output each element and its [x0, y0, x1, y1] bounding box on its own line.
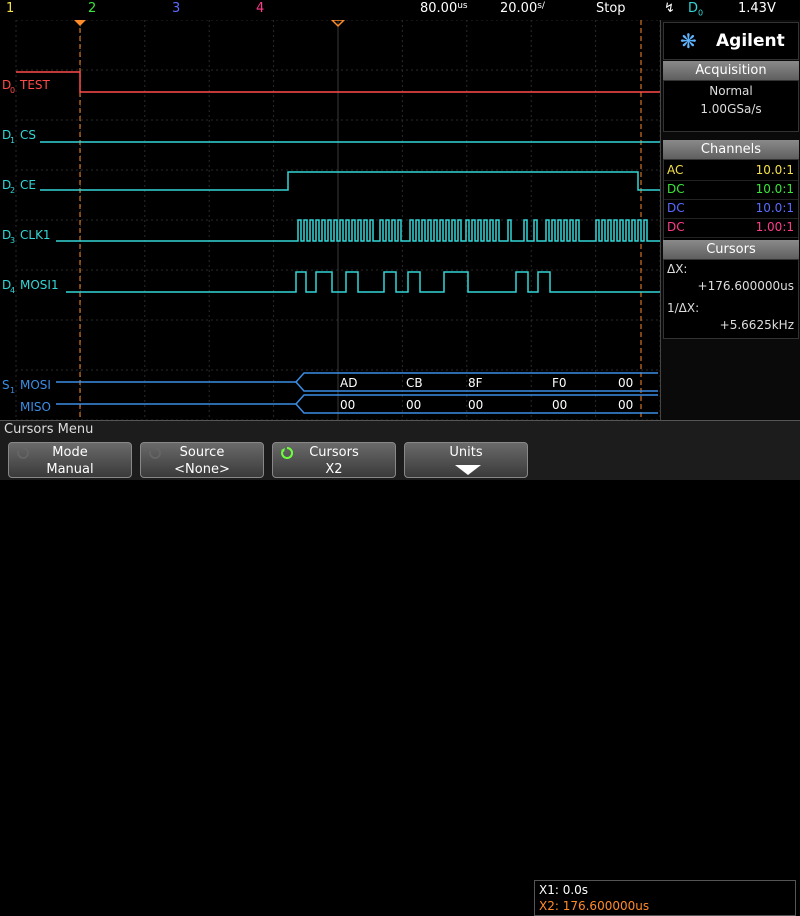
serial-decode: S 1 MOSI MISO AD CB 8F F0 00 00 00 00 00 00	[2, 372, 658, 414]
delay-readout[interactable]: 20.00s/	[500, 1, 545, 16]
softkey-bar: Mode Manual Source <None> Cursors X2 Uni…	[0, 438, 800, 916]
serial-bus-index: 1	[10, 386, 15, 395]
channel-probe-ratio: 1.00:1	[755, 220, 794, 234]
cursors-header[interactable]: Cursors	[663, 240, 799, 259]
cursors-softkey[interactable]: Cursors X2	[272, 442, 396, 478]
trigger-source[interactable]: D0	[688, 1, 703, 18]
channel-probe-ratio: 10.0:1	[755, 182, 794, 196]
channel-row[interactable]: DC 1.00:1	[664, 218, 798, 238]
trace-labels: D0 TESTD1 CSD2 CED3 CLK1D4 MOSI1	[2, 78, 59, 295]
miso-byte-label: 00	[468, 398, 483, 412]
channel-coupling: AC	[667, 163, 684, 177]
miso-byte-label: 00	[618, 398, 633, 412]
down-arrow-icon	[455, 465, 481, 475]
mosi-byte-label: CB	[406, 376, 423, 390]
delta-x-value: +176.600000us	[697, 279, 794, 293]
trigger-edge-icon: ↯	[664, 1, 675, 16]
serial-bus-id: S	[2, 378, 10, 392]
channel-4-indicator[interactable]: 4	[256, 1, 264, 16]
units-softkey-label: Units	[449, 445, 483, 460]
cursor-readout: X1: 0.0s X2: 176.600000us	[534, 880, 796, 916]
inverse-delta-x-value: +5.6625kHz	[719, 318, 794, 332]
acquisition-rate: 1.00GSa/s	[700, 102, 762, 116]
channel-coupling: DC	[667, 220, 685, 234]
inverse-delta-x-label: 1/ΔX:	[667, 301, 700, 315]
channel-coupling: DC	[667, 201, 685, 215]
channel-name-label: CS	[20, 128, 36, 142]
waveform-svg: D0 TESTD1 CSD2 CED3 CLK1D4 MOSI1 S 1 MOSIMISOAD…	[2, 19, 661, 421]
clk1-trace	[56, 219, 660, 242]
agilent-logo-icon: ❋	[680, 29, 697, 53]
timebase-value: 80.00	[420, 1, 458, 16]
miso-decode-label: MISO	[20, 400, 51, 414]
trigger-level[interactable]: 1.43V	[738, 1, 776, 16]
channel-id-index: 1	[10, 136, 15, 145]
channel-name-label: MOSI1	[20, 278, 59, 292]
trigger-source-letter: D	[688, 1, 699, 16]
cursors-softkey-value: X2	[325, 462, 343, 477]
mosi-byte-label: AD	[340, 376, 357, 390]
menu-title: Cursors Menu	[0, 420, 800, 438]
status-bar: 1 2 3 4 80.00us 20.00s/ Stop ↯ D0 1.43V	[0, 0, 800, 20]
miso-byte-label: 00	[340, 398, 355, 412]
timebase-readout[interactable]: 80.00us	[420, 1, 468, 16]
channel-row[interactable]: DC 10.0:1	[664, 199, 798, 219]
channel-1-indicator[interactable]: 1	[6, 1, 14, 16]
channel-coupling: DC	[667, 182, 685, 196]
channel-id-index: 4	[10, 286, 15, 295]
mosi-byte-label: 00	[618, 376, 633, 390]
brand-name: Agilent	[716, 31, 785, 51]
ce-trace	[40, 171, 660, 191]
trigger-position-marker	[74, 20, 86, 26]
cursors-box: ΔX: +176.600000us 1/ΔX: +5.6625kHz	[663, 259, 799, 339]
x1-readout: X1: 0.0s	[539, 883, 589, 897]
info-panel: ❋ Agilent Acquisition Normal 1.00GSa/s C…	[660, 20, 800, 420]
acquisition-header[interactable]: Acquisition	[663, 61, 799, 80]
channel-row[interactable]: AC 10.0:1	[664, 161, 798, 181]
mosi-decode-label: MOSI	[20, 378, 51, 392]
channels-header[interactable]: Channels	[663, 140, 799, 159]
x2-readout: X2: 176.600000us	[539, 899, 650, 913]
source-softkey-label: Source	[179, 445, 225, 460]
delta-x-label: ΔX:	[667, 262, 688, 276]
acquisition-box: Normal 1.00GSa/s	[663, 80, 799, 132]
mosi1-trace	[66, 271, 660, 293]
mode-softkey-label: Mode	[52, 445, 88, 460]
miso-byte-label: 00	[406, 398, 421, 412]
mosi-byte-label: 8F	[468, 376, 483, 390]
source-softkey-value: <None>	[174, 462, 230, 477]
waveform-display[interactable]: D 0 TEST D 1 CS D 2 CE D 3 CLK1 D 4 MOSI1 S 1 MOSI MISO AD…	[0, 19, 661, 421]
acquisition-mode: Normal	[709, 84, 753, 98]
cursors-softkey-label: Cursors	[309, 445, 359, 460]
delay-unit: s/	[537, 1, 545, 11]
trigger-source-index: 0	[698, 8, 704, 18]
units-softkey[interactable]: Units	[404, 442, 528, 478]
channels-box: AC 10.0:1 DC 10.0:1 DC 10.0:1 DC 1.00:1	[663, 159, 799, 241]
channel-name-label: TEST	[19, 78, 51, 92]
channel-name-label: CLK1	[20, 228, 51, 242]
channel-3-indicator[interactable]: 3	[172, 1, 180, 16]
channel-name-label: CE	[20, 178, 36, 192]
mode-softkey-value: Manual	[46, 462, 94, 477]
brand-box: ❋ Agilent	[663, 22, 799, 60]
channel-id-index: 0	[10, 86, 15, 95]
channel-probe-ratio: 10.0:1	[755, 201, 794, 215]
delay-value: 20.00	[500, 1, 538, 16]
channel-probe-ratio: 10.0:1	[755, 163, 794, 177]
mosi-byte-label: F0	[552, 376, 567, 390]
channel-2-indicator[interactable]: 2	[88, 1, 96, 16]
channel-row[interactable]: DC 10.0:1	[664, 180, 798, 200]
timebase-unit: us	[457, 1, 468, 11]
channel-id-index: 2	[10, 186, 15, 195]
source-softkey[interactable]: Source <None>	[140, 442, 264, 478]
run-state[interactable]: Stop	[596, 1, 626, 16]
miso-byte-label: 00	[552, 398, 567, 412]
channel-id-index: 3	[10, 236, 15, 245]
mode-softkey[interactable]: Mode Manual	[8, 442, 132, 478]
